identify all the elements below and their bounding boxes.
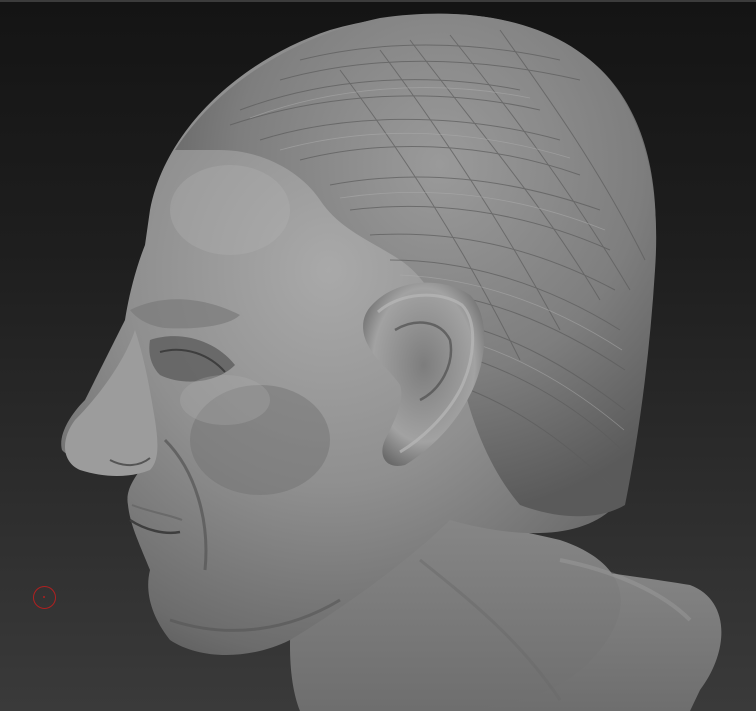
brush-cursor-center xyxy=(43,596,45,598)
brush-cursor-icon xyxy=(33,586,56,609)
forehead-highlight xyxy=(170,165,290,255)
sculpted-head-model[interactable] xyxy=(0,0,756,711)
cheekbone-highlight xyxy=(180,375,270,425)
3d-viewport-canvas[interactable] xyxy=(0,0,756,711)
